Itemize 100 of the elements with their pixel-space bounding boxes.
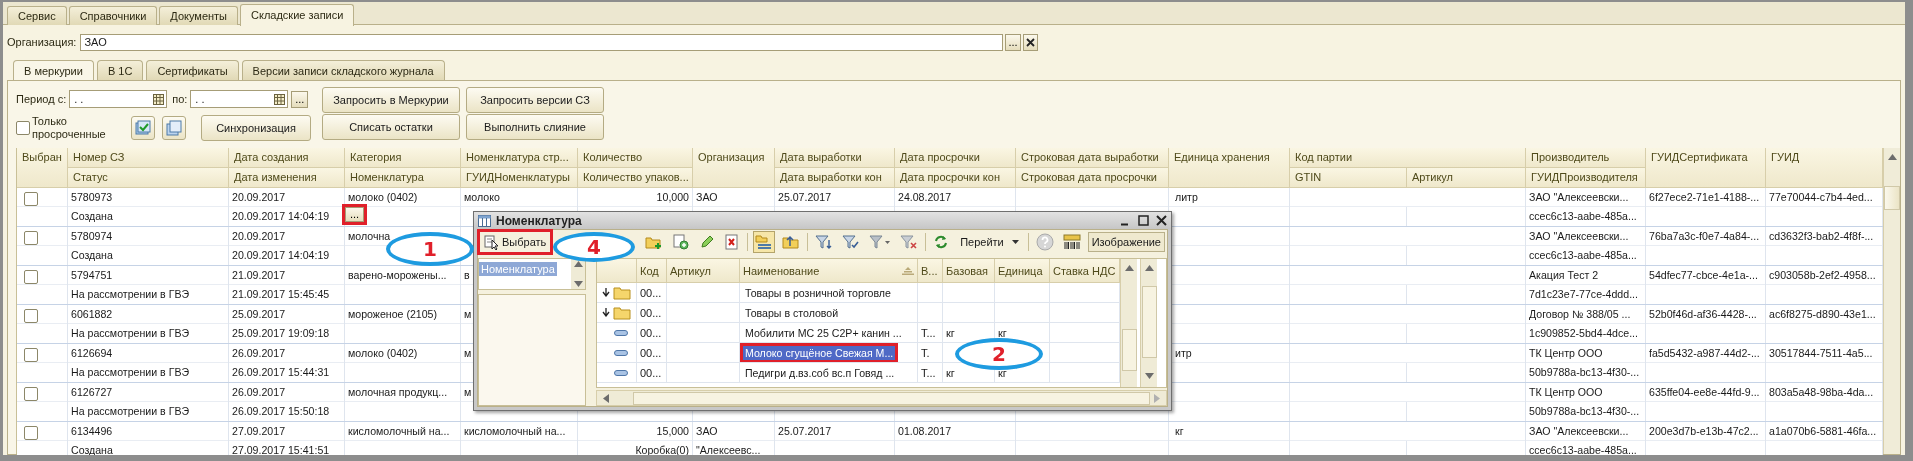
organization-field[interactable]: ЗАО: [80, 33, 1004, 51]
calendar-icon[interactable]: [274, 93, 286, 105]
tab[interactable]: Сервис: [7, 6, 67, 25]
table-cell: кг: [946, 366, 955, 379]
checkbox[interactable]: [24, 231, 38, 245]
tab[interactable]: Версии записи складского журнала: [241, 60, 445, 80]
table-cell[interactable]: Молоко сгущёное Свежая М...: [743, 345, 896, 360]
scrollbar[interactable]: [1120, 259, 1137, 387]
scrollbar-thumb[interactable]: [1884, 186, 1900, 210]
button[interactable]: Выполнить слияние: [466, 114, 604, 140]
close-icon[interactable]: [1156, 215, 1167, 226]
column-header: Единица: [998, 264, 1043, 277]
scrollbar-thumb[interactable]: [1141, 286, 1157, 358]
button[interactable]: Запросить в Меркурии: [322, 87, 460, 113]
table-cell: ТК Центр ООО: [1529, 347, 1603, 360]
table-cell: 20.09.2017: [232, 230, 286, 243]
column-header: Производитель: [1526, 148, 1646, 168]
cursor-icon[interactable]: [484, 234, 500, 250]
field-label: Организация:: [7, 36, 77, 48]
scrollbar[interactable]: [596, 390, 1167, 406]
table-cell[interactable]: Товары в столовой: [743, 305, 841, 320]
checkbox[interactable]: [24, 270, 38, 284]
checkbox[interactable]: [24, 426, 38, 440]
date-field[interactable]: . .: [69, 90, 168, 108]
period-button[interactable]: ...: [291, 90, 309, 108]
checkbox[interactable]: [24, 192, 38, 206]
table-cell: 6126694: [71, 347, 113, 360]
tab[interactable]: В 1С: [96, 60, 144, 80]
column-header: Дата выработки: [775, 148, 895, 168]
table-cell[interactable]: Педигри д.вз.соб вс.п Говяд ...: [743, 365, 897, 380]
column-header: Артикул: [670, 264, 711, 277]
column-header: Категория: [345, 148, 461, 168]
column-header: Номенклатура: [345, 168, 461, 188]
tab[interactable]: В меркурии: [13, 60, 94, 80]
table-cell[interactable]: Товары в розничной торговле: [743, 285, 893, 300]
clear-button[interactable]: [1022, 33, 1038, 51]
table-cell: 20.09.2017 14:04:19: [232, 210, 330, 223]
scrollbar-thumb[interactable]: [633, 391, 1150, 405]
maximize-icon[interactable]: [1138, 215, 1149, 226]
table-cell: fa5d5432-a987-44d2-...: [1649, 347, 1760, 360]
scrollbar-thumb[interactable]: [1121, 329, 1137, 371]
checkbox[interactable]: [24, 348, 38, 362]
table-cell: 50b9788a-bc13-4f30-...: [1529, 366, 1640, 379]
scroll-down-icon[interactable]: [573, 281, 583, 287]
column-header: Выбран: [17, 148, 68, 188]
choose-button[interactable]: ...: [345, 207, 364, 222]
checkbox[interactable]: [24, 309, 38, 323]
table-cell: ЗАО "Алексеевски...: [1529, 230, 1629, 243]
date-field[interactable]: . .: [190, 90, 289, 108]
choose-button[interactable]: ...: [1005, 33, 1021, 51]
button[interactable]: Списать остатки: [322, 114, 460, 140]
expand-icon[interactable]: [602, 308, 610, 317]
tab[interactable]: Документы: [159, 6, 238, 25]
go-button[interactable]: Перейти: [956, 232, 1023, 252]
scroll-down-icon[interactable]: [1144, 373, 1154, 379]
column-header: Дата создания: [229, 148, 345, 168]
scrollbar[interactable]: [1140, 259, 1157, 387]
sort-icon: [902, 266, 914, 275]
table-cell: cd3632f3-bab2-4f8f-...: [1769, 230, 1874, 243]
image-button[interactable]: Изображение: [1087, 232, 1165, 252]
table-cell: ЗАО "Алексеевски...: [1529, 425, 1629, 438]
column-header: Номенклатура стр...: [461, 148, 578, 168]
checkbox[interactable]: [16, 121, 30, 135]
table-cell: ЗАО "Алексеевски...: [1529, 191, 1629, 204]
table-cell: молоко (0402): [348, 191, 418, 204]
table-cell: c903058b-2ef2-4958...: [1769, 269, 1876, 282]
scrollbar[interactable]: [571, 259, 585, 289]
table-cell: м: [464, 347, 472, 360]
hierarchy-icon[interactable]: [753, 231, 776, 253]
uncheck-all-button[interactable]: [162, 116, 186, 140]
column-header: Код: [640, 264, 659, 277]
column-header: Организация: [693, 148, 775, 188]
column-header: Ставка НДС: [1053, 264, 1116, 277]
table-cell[interactable]: Мобилити МС 25 С2Р+ канин ...: [743, 325, 904, 340]
table-cell: ccec6c13-aabe-485a...: [1529, 210, 1637, 223]
button[interactable]: Синхронизация: [201, 115, 311, 141]
table-cell: 15,000: [656, 425, 689, 438]
expand-icon[interactable]: [602, 288, 610, 297]
calendar-icon[interactable]: [153, 93, 165, 105]
table-cell: 25.07.2017: [778, 425, 832, 438]
close-icon[interactable]: [1025, 37, 1035, 47]
table-cell: м: [464, 308, 472, 321]
tab[interactable]: Складские записи: [240, 4, 355, 26]
checkbox[interactable]: [24, 387, 38, 401]
column-header: Единица хранения: [1169, 148, 1290, 188]
table-cell: 52b0f46d-af36-4428-...: [1649, 308, 1757, 321]
tab[interactable]: Справочники: [68, 6, 158, 25]
column-header: Базовая: [946, 264, 989, 277]
table-icon: [478, 214, 491, 227]
column-header: Строковая дата выработки: [1016, 148, 1169, 168]
select-button[interactable]: Выбрать: [480, 232, 551, 252]
button[interactable]: Запросить версии СЗ: [466, 87, 604, 113]
table-cell: 26.09.2017: [232, 347, 286, 360]
scroll-left-icon[interactable]: [603, 393, 609, 403]
scrollbar[interactable]: [1883, 148, 1900, 454]
table-cell: 77e70044-c7b4-4ed...: [1769, 191, 1873, 204]
tab[interactable]: Сертификаты: [146, 60, 239, 80]
column-header: GTIN: [1290, 168, 1407, 188]
check-all-button[interactable]: [131, 116, 155, 140]
table-cell: 00...: [640, 306, 662, 319]
